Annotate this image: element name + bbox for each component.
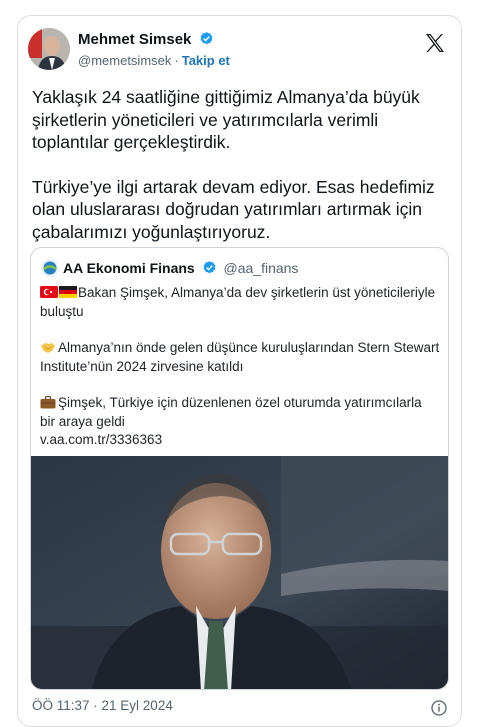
tweet-timestamp[interactable]: ÖÖ 11:37 · 21 Eyl 2024 (32, 698, 173, 713)
handshake-icon (41, 343, 55, 353)
quoted-avatar (41, 259, 59, 277)
quoted-line: Almanya’nın önde gelen düşünce kuruluşla… (40, 339, 440, 376)
germany-flag-icon (59, 286, 77, 298)
tweet-paragraph: Türkiye’ye ilgi artarak devam ediyor. Es… (32, 176, 435, 242)
quoted-line-text: Şimşek, Türkiye için düzenlenen özel otu… (40, 395, 422, 429)
verified-badge-icon (200, 31, 212, 45)
quoted-line: Şimşek, Türkiye için düzenlenen özel otu… (40, 394, 440, 431)
quoted-line-text: Bakan Şimşek, Almanya’da dev şirketlerin… (40, 285, 436, 319)
author-avatar[interactable] (28, 28, 70, 70)
tweet-text: Yaklaşık 24 saatliğine gittiğimiz Almany… (32, 86, 442, 243)
quoted-line: Bakan Şimşek, Almanya’da dev şirketlerin… (40, 284, 440, 321)
turkey-flag-icon (40, 286, 58, 298)
follow-button[interactable]: Takip et (182, 53, 230, 68)
tweet-paragraph: Yaklaşık 24 saatliğine gittiğimiz Almany… (32, 87, 420, 152)
quoted-author-handle: @aa_finans (223, 260, 299, 276)
info-icon[interactable] (431, 700, 447, 716)
x-logo-icon[interactable] (423, 31, 447, 55)
quoted-author-row: AA Ekonomi Finans @aa_finans (41, 259, 298, 277)
separator-dot: · (174, 53, 179, 68)
author-name[interactable]: Mehmet Simsek (78, 31, 191, 48)
verified-badge-icon (203, 260, 216, 274)
author-name-row[interactable]: Mehmet Simsek (78, 31, 214, 48)
quoted-author-name: AA Ekonomi Finans (63, 260, 195, 276)
briefcase-icon (40, 396, 56, 409)
author-handle[interactable]: @memetsimsek (78, 53, 171, 68)
quoted-link[interactable]: v.aa.com.tr/3336363 (40, 431, 440, 450)
quoted-photo[interactable] (31, 456, 449, 690)
quoted-line-text: Almanya’nın önde gelen düşünce kuruluşla… (40, 340, 440, 374)
author-handle-row: @memetsimsek · Takip et (78, 53, 230, 68)
quoted-text: Bakan Şimşek, Almanya’da dev şirketlerin… (40, 284, 440, 450)
quoted-tweet[interactable]: AA Ekonomi Finans @aa_finans Bakan Şimşe… (30, 247, 449, 690)
